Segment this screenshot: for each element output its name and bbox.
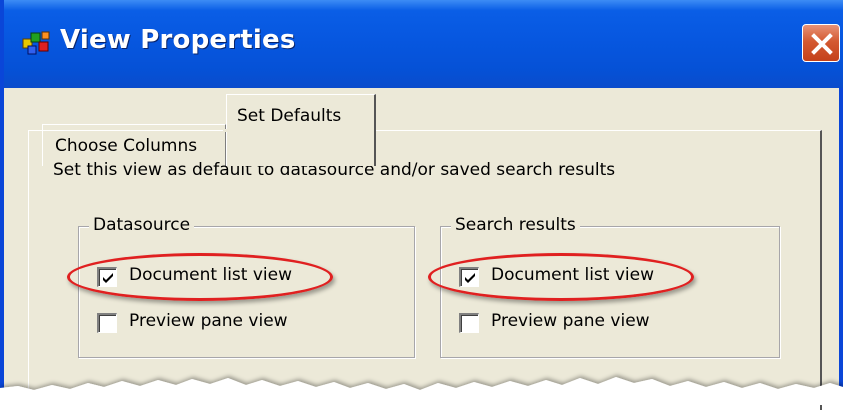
close-icon [811, 33, 833, 55]
view-properties-app-icon [22, 30, 52, 56]
datasource-preview-pane-label: Preview pane view [129, 311, 288, 331]
datasource-legend: Datasource [89, 215, 195, 235]
search-results-document-list-label: Document list view [491, 265, 654, 285]
close-button[interactable] [802, 24, 840, 62]
search-results-group: Search results Document list view Previe… [440, 215, 780, 358]
datasource-document-list-checkbox[interactable] [97, 267, 117, 287]
tab-set-defaults-label: Set Defaults [237, 106, 342, 126]
search-results-document-list-checkbox[interactable] [459, 267, 479, 287]
checkmark-icon [465, 273, 475, 283]
window-title: View Properties [60, 25, 296, 55]
datasource-document-list-label: Document list view [129, 265, 292, 285]
torn-edge [0, 377, 843, 405]
checkmark-icon [103, 273, 113, 283]
datasource-group: Datasource Document list view Preview pa… [78, 215, 415, 358]
search-results-preview-pane-label: Preview pane view [491, 311, 650, 331]
datasource-preview-pane-checkbox[interactable] [97, 313, 117, 333]
search-results-legend: Search results [451, 215, 580, 235]
title-bar[interactable]: View Properties [4, 0, 843, 88]
search-results-preview-pane-checkbox[interactable] [459, 313, 479, 333]
